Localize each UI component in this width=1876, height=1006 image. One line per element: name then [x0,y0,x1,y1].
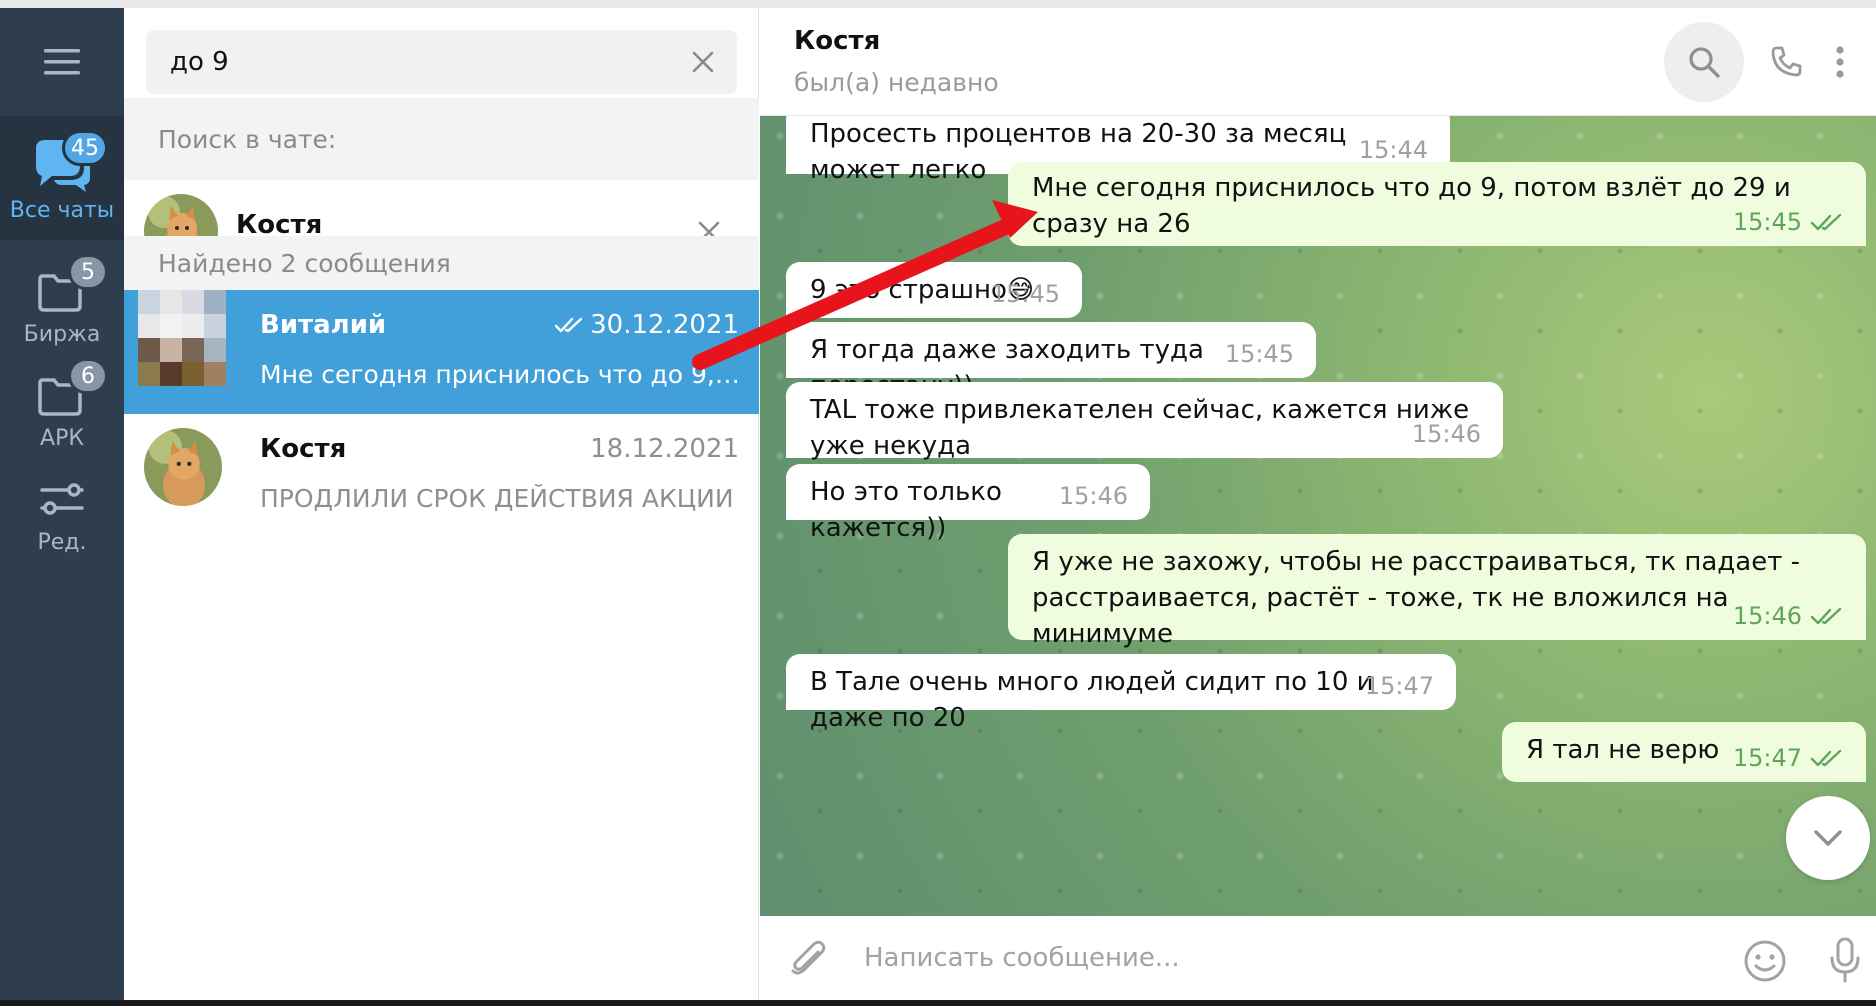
badge-birzha: 5 [68,254,108,290]
scroll-to-bottom-button[interactable] [1786,796,1870,880]
message-time: 15:45 [1733,204,1844,240]
chat-header: Костя был(а) недавно [760,8,1876,116]
message-text: Мне сегодня приснилось что до 9, потом в… [1032,173,1791,239]
chats-icon: 45 [30,130,108,194]
message-incoming[interactable]: TAL тоже привлекателен сейчас, кажется н… [786,382,1503,461]
message-outgoing[interactable]: Я уже не захожу, чтобы не расстраиваться… [1008,534,1866,649]
search-icon [1689,47,1720,78]
message-text: В Тале очень много людей сидит по 10 и д… [810,667,1374,733]
window-top-edge [0,0,1876,8]
message-text: Но это только кажется)) [810,477,1002,543]
paperclip-icon [791,940,826,975]
phone-icon [1771,46,1802,77]
avatar [144,428,222,506]
message-time-text: 15:46 [1732,602,1802,630]
more-vertical-icon [1836,46,1844,78]
message-text: Я тал не верю [1526,735,1720,765]
found-messages-header: Найдено 2 сообщения [124,236,759,290]
message-time-text: 15:45 [1732,208,1802,236]
message-time: 15:46 [1412,416,1481,452]
result-name: Костя [260,434,347,464]
message-time-text: 15:45 [990,280,1060,308]
folder-sidebar: 45 Все чаты 5 Биржа 6 АРК Ред. [0,8,124,1000]
sliders-icon [30,470,94,526]
chat-area: Костя был(а) недавно Просесть процентов … [760,8,1876,1000]
folder-icon: 6 [30,358,108,422]
message-time: 15:45 [991,276,1060,312]
double-check-icon [554,317,583,333]
emoji-button[interactable] [1740,936,1790,986]
folder-label: Ред. [37,530,87,555]
message-time: 15:45 [1225,336,1294,372]
window-bottom-edge [0,1000,1876,1006]
search-result[interactable]: Виталий 30.12.2021 Мне сегодня приснилос… [124,290,759,414]
voice-message-button[interactable] [1820,932,1870,988]
folder-edit[interactable]: Ред. [0,448,124,572]
hamburger-icon [44,49,80,75]
more-button[interactable] [1810,22,1870,102]
search-panel: Поиск в чате: Костя Найдено 2 сообщения … [124,8,759,1000]
message-text: TAL тоже привлекателен сейчас, кажется н… [810,395,1470,461]
badge-ark: 6 [68,358,108,394]
microphone-icon [1830,937,1860,983]
message-time: 15:46 [1733,598,1844,634]
message-outgoing[interactable]: Я тал не верю 15:47 [1502,722,1866,782]
message-outgoing-highlighted[interactable]: Мне сегодня приснилось что до 9, потом в… [1008,162,1866,246]
folder-icon: 5 [30,254,108,318]
message-time-text: 15:47 [1732,744,1802,772]
message-text: Я уже не захожу, чтобы не расстраиваться… [1032,547,1800,649]
folder-label: Все чаты [9,198,115,223]
message-composer [760,916,1876,1000]
avatar [138,290,226,386]
chat-search-button[interactable] [1664,22,1744,102]
folder-all-chats[interactable]: 45 Все чаты [0,116,124,240]
message-time-text: 15:46 [1058,482,1128,510]
result-date-text: 18.12.2021 [590,434,739,464]
search-box [146,30,737,94]
double-check-icon [1810,213,1842,231]
attach-button[interactable] [784,936,832,984]
badge-all-chats: 45 [62,130,108,166]
clear-search-button[interactable] [681,40,725,84]
result-snippet: Мне сегодня приснилось что до 9, потом в… [260,360,740,389]
message-list[interactable]: Просесть процентов на 20-30 за месяц мож… [760,116,1876,916]
double-check-icon [1810,749,1842,767]
menu-button[interactable] [0,8,124,116]
result-name: Виталий [260,310,387,340]
result-date: 30.12.2021 [554,310,739,340]
message-time-text: 15:45 [1224,340,1294,368]
smile-icon [1744,940,1786,982]
result-date: 18.12.2021 [590,434,739,464]
message-time: 15:47 [1365,668,1434,704]
result-snippet: ПРОДЛИЛИ СРОК ДЕЙСТВИЯ АКЦИИ [260,484,734,513]
chevron-down-icon [1814,830,1842,846]
close-icon [692,51,714,73]
chat-status: был(а) недавно [794,68,999,97]
message-time: 15:47 [1733,740,1844,776]
result-date-text: 30.12.2021 [590,310,739,340]
message-incoming[interactable]: 9 это страшно😅 15:45 [786,262,1082,318]
message-incoming[interactable]: Я тогда даже заходить туда перестану)) 1… [786,322,1316,401]
message-incoming[interactable]: В Тале очень много людей сидит по 10 и д… [786,654,1456,733]
message-time-text: 15:47 [1364,672,1434,700]
double-check-icon [1810,607,1842,625]
message-time-text: 15:46 [1411,420,1481,448]
message-input[interactable] [864,928,1684,988]
chat-title[interactable]: Костя [794,26,880,56]
message-time: 15:46 [1059,478,1128,514]
search-in-chat-header: Поиск в чате: [124,98,759,180]
search-result[interactable]: Костя 18.12.2021 ПРОДЛИЛИ СРОК ДЕЙСТВИЯ … [124,414,759,538]
message-incoming[interactable]: Но это только кажется)) 15:46 [786,464,1150,543]
search-input[interactable] [170,30,670,94]
